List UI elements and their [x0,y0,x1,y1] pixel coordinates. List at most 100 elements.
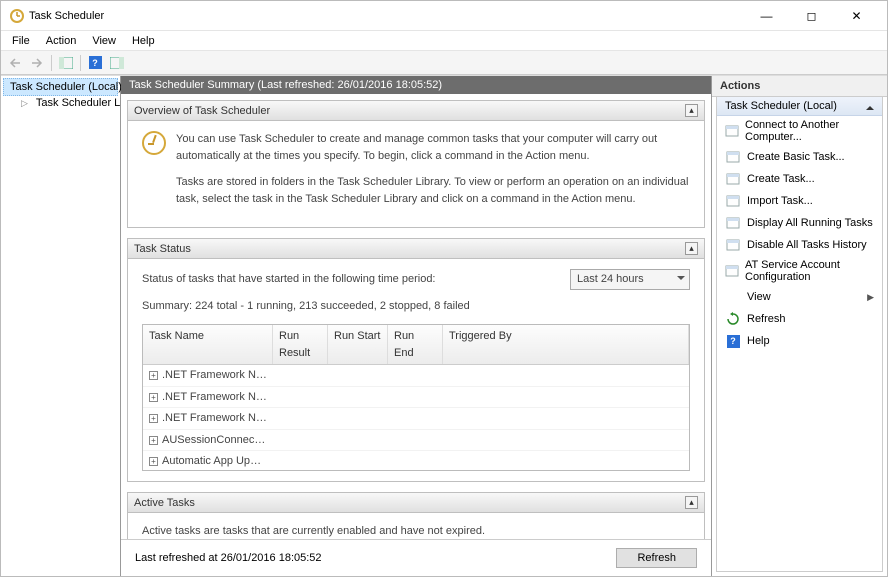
overview-p1: You can use Task Scheduler to create and… [176,131,690,164]
collapse-active[interactable]: ▴ [685,496,698,509]
action-label: AT Service Account Configuration [745,259,874,283]
action-label: Import Task... [747,195,813,207]
app-icon [9,8,25,24]
tree-pane: Task Scheduler (Local) ▷ Task Scheduler … [1,76,121,576]
view-icon [725,289,741,305]
menu-action[interactable]: Action [39,33,84,49]
action-refresh[interactable]: Refresh [717,308,882,330]
action-help[interactable]: ? Help [717,330,882,352]
expand-icon[interactable]: + [149,371,158,380]
table-row[interactable]: +AUSessionConnect (last run fail... [143,430,689,452]
actions-section[interactable]: Task Scheduler (Local) [717,97,882,116]
col-task-name[interactable]: Task Name [143,325,273,364]
app-window: Task Scheduler — ◻ ✕ File Action View He… [0,0,888,577]
clock-icon [142,131,166,155]
status-grid: Task Name Run Result Run Start Run End T… [142,324,690,471]
menu-file[interactable]: File [5,33,37,49]
titlebar: Task Scheduler — ◻ ✕ [1,1,887,31]
action-at-service-account-configuration[interactable]: AT Service Account Configuration [717,256,882,286]
action-display-all-running-tasks[interactable]: Display All Running Tasks [717,212,882,234]
action-create-task-[interactable]: Create Task... [717,168,882,190]
actions-title: Actions [712,76,887,97]
action-label: View [747,291,771,303]
tree-root[interactable]: Task Scheduler (Local) [3,78,118,96]
active-panel: Active Tasks ▴ Active tasks are tasks th… [127,492,705,539]
overview-panel: Overview of Task Scheduler ▴ You can use… [127,100,705,228]
active-title: Active Tasks [134,497,195,509]
active-desc: Active tasks are tasks that are currentl… [142,523,690,539]
table-row[interactable]: +.NET Framework NGEN v4.0.303... [143,387,689,409]
close-button[interactable]: ✕ [834,1,879,30]
status-panel: Task Status ▴ Status of tasks that have … [127,238,705,482]
task-icon [725,171,741,187]
overview-title: Overview of Task Scheduler [134,105,270,117]
separator [51,55,52,71]
submenu-arrow-icon: ▶ [867,292,874,303]
run-icon [725,215,741,231]
period-dropdown[interactable]: Last 24 hours [570,269,690,290]
action-label: Refresh [747,313,786,325]
action-label: Create Basic Task... [747,151,845,163]
action-connect-to-another-computer-[interactable]: Connect to Another Computer... [717,116,882,146]
table-row[interactable]: +.NET Framework NGEN v4.0.303... [143,365,689,387]
status-line: Status of tasks that have started in the… [142,271,436,288]
action-label: Connect to Another Computer... [745,119,874,143]
forward-button [27,53,47,73]
expand-icon[interactable]: + [149,414,158,423]
summary-header: Task Scheduler Summary (Last refreshed: … [121,76,711,94]
minimize-button[interactable]: — [744,1,789,30]
back-button [5,53,25,73]
refresh-icon [725,311,741,327]
expand-icon[interactable]: + [149,457,158,466]
main-scroll[interactable]: Overview of Task Scheduler ▴ You can use… [121,94,711,539]
link-icon [725,123,739,139]
collapse-status[interactable]: ▴ [685,242,698,255]
action-label: Display All Running Tasks [747,217,873,229]
col-run-result[interactable]: Run Result [273,325,328,364]
status-summary: Summary: 224 total - 1 running, 213 succ… [142,298,690,315]
caret-up-icon [866,102,874,110]
action-label: Disable All Tasks History [747,239,867,251]
status-title: Task Status [134,243,191,255]
table-row[interactable]: +.NET Framework NGEN v4.0.303... [143,408,689,430]
col-run-end[interactable]: Run End [388,325,443,364]
history-icon [725,237,741,253]
actions-pane: Actions Task Scheduler (Local) Connect t… [712,76,887,576]
menu-view[interactable]: View [85,33,123,49]
menubar: File Action View Help [1,31,887,51]
window-title: Task Scheduler [25,10,744,22]
status-rows[interactable]: +.NET Framework NGEN v4.0.303...+.NET Fr… [143,365,689,470]
import-icon [725,193,741,209]
action-label: Create Task... [747,173,815,185]
show-hide-action-button[interactable] [107,53,127,73]
help-icon: ? [725,333,741,349]
table-row[interactable]: +Automatic App Update (last ru... [143,451,689,470]
col-run-start[interactable]: Run Start [328,325,388,364]
help-button[interactable]: ? [85,53,105,73]
config-icon [725,263,739,279]
menu-help[interactable]: Help [125,33,162,49]
action-disable-all-tasks-history[interactable]: Disable All Tasks History [717,234,882,256]
actions-section-label: Task Scheduler (Local) [725,100,837,112]
tree-root-label: Task Scheduler (Local) [10,81,122,93]
tree-library[interactable]: ▷ Task Scheduler Library [19,96,118,110]
last-refreshed: Last refreshed at 26/01/2016 18:05:52 [135,552,322,564]
action-label: Help [747,335,770,347]
expand-icon[interactable]: ▷ [21,98,28,109]
footer: Last refreshed at 26/01/2016 18:05:52 Re… [121,539,711,576]
collapse-overview[interactable]: ▴ [685,104,698,117]
action-view[interactable]: View ▶ [717,286,882,308]
separator [80,55,81,71]
refresh-button[interactable]: Refresh [616,548,697,568]
toolbar: ? [1,51,887,75]
action-import-task-[interactable]: Import Task... [717,190,882,212]
action-create-basic-task-[interactable]: Create Basic Task... [717,146,882,168]
col-triggered-by[interactable]: Triggered By [443,325,689,364]
wizard-icon [725,149,741,165]
show-hide-tree-button[interactable] [56,53,76,73]
center-pane: Task Scheduler Summary (Last refreshed: … [121,76,712,576]
expand-icon[interactable]: + [149,436,158,445]
maximize-button[interactable]: ◻ [789,1,834,30]
expand-icon[interactable]: + [149,393,158,402]
overview-p2: Tasks are stored in folders in the Task … [176,174,690,207]
